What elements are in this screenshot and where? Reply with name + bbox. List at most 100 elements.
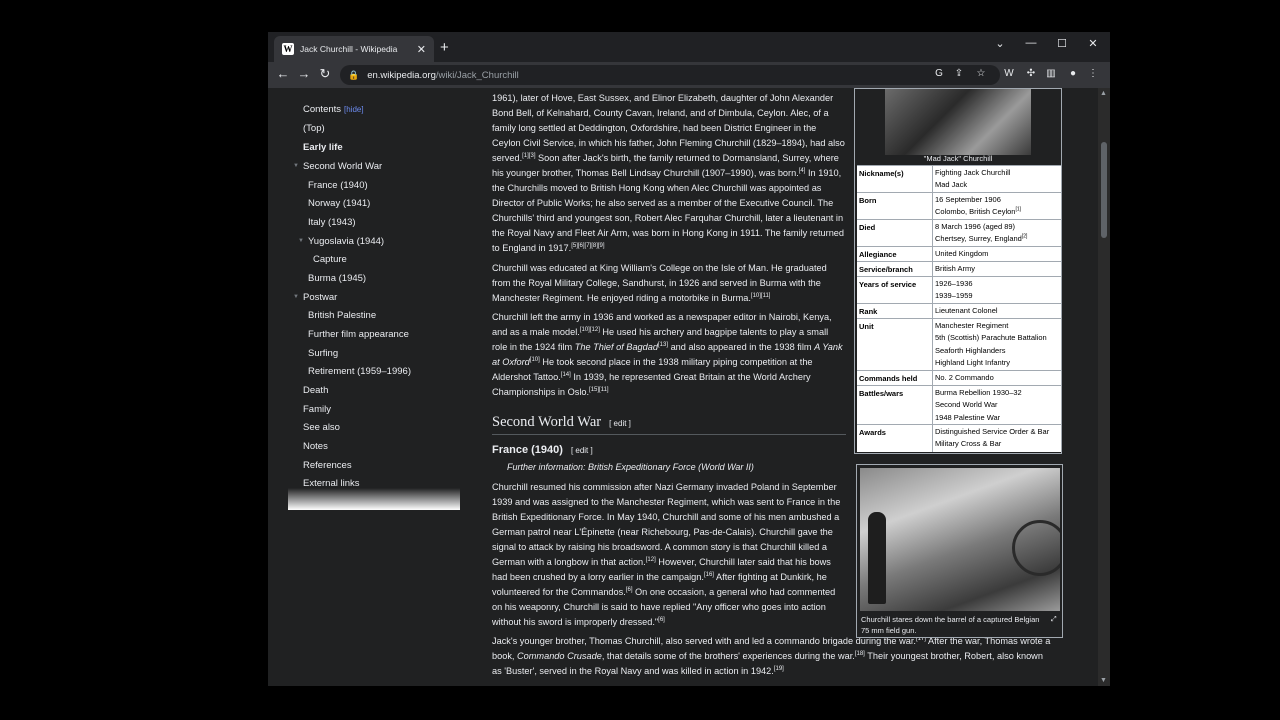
close-window-button[interactable]: ✕ (1083, 37, 1103, 50)
infobox-row-years: Years of service 1926–1936 1939–1959 (857, 276, 1061, 303)
film-link[interactable]: The Thief of Bagdad (575, 342, 658, 352)
scroll-up-arrow-icon[interactable]: ▲ (1100, 90, 1107, 97)
tab-search-icon[interactable]: ⌄ (990, 37, 1010, 50)
enlarge-icon[interactable]: ⤢ (1051, 614, 1057, 625)
page-viewport: Contents [hide] (Top) Early life ▼ Second… (268, 88, 1098, 686)
toc-hide-link[interactable]: [hide] (344, 105, 364, 114)
thumbnail-caption: Churchill stares down the barrel of a ca… (861, 615, 1057, 635)
toc-item-death[interactable]: Death (303, 385, 328, 396)
back-button[interactable]: ← (274, 66, 292, 81)
share-icon[interactable]: ⇪ (952, 68, 966, 79)
edit-section-link[interactable]: [ edit ] (609, 419, 631, 428)
close-tab-icon[interactable]: ✕ (417, 43, 426, 56)
url-text[interactable]: en.wikipedia.org/wiki/Jack_Churchill (367, 70, 519, 81)
lock-icon[interactable]: 🔒 (348, 70, 359, 81)
collapse-caret-icon[interactable]: ▼ (298, 238, 304, 244)
paragraph-france-2: Jack's younger brother, Thomas Churchill… (492, 635, 1051, 676)
hatnote[interactable]: Further information: British Expeditiona… (507, 462, 754, 472)
citation[interactable]: [1][3] (522, 153, 535, 159)
heading-france-1940: France (1940)[ edit ] (492, 444, 593, 456)
citation[interactable]: [13] (658, 342, 668, 348)
toc-item-top[interactable]: (Top) (303, 123, 325, 134)
paragraph-early-life-1: 1961), later of Hove, East Sussex, and E… (492, 93, 845, 253)
toc-item-retirement[interactable]: Retirement (1959–1996) (308, 366, 411, 377)
toc-item-burma[interactable]: Burma (1945) (308, 273, 366, 284)
scrollbar-thumb[interactable] (1101, 142, 1107, 238)
toc-item-capture[interactable]: Capture (313, 254, 347, 265)
gun-wheel (1012, 520, 1060, 576)
minimize-button[interactable]: — (1021, 37, 1041, 49)
paragraph-early-life-3: Churchill left the army in 1936 and work… (492, 312, 843, 397)
infobox-row-died: Died 8 March 1996 (aged 89) Chertsey, Sur… (857, 219, 1061, 246)
browser-window: W Jack Churchill - Wikipedia ✕ + ⌄ — ☐ ✕… (268, 32, 1110, 686)
citation[interactable]: [5][6][7][8][9] (571, 243, 604, 249)
toc-item-second-world-war[interactable]: Second World War (303, 161, 382, 172)
toc-item-see-also[interactable]: See also (303, 422, 340, 433)
infobox-row-awards: Awards Distinguished Service Order & Bar… (857, 424, 1061, 452)
infobox: "Mad Jack" Churchill Nickname(s) Fightin… (854, 88, 1062, 454)
infobox-portrait-image[interactable] (885, 89, 1031, 155)
maximize-button[interactable]: ☐ (1052, 37, 1072, 50)
infobox-row-rank: Rank Lieutenant Colonel (857, 303, 1061, 318)
forward-button[interactable]: → (295, 66, 313, 81)
toc-item-family[interactable]: Family (303, 404, 331, 415)
paragraph-early-life-2: Churchill was educated at King William's… (492, 263, 827, 303)
soldier-figure (868, 512, 886, 604)
address-bar[interactable]: 🔒 en.wikipedia.org/wiki/Jack_Churchill (340, 65, 1000, 85)
toc-item-yugoslavia[interactable]: Yugoslavia (1944) (308, 236, 384, 247)
infobox-row-service: Service/branch British Army (857, 261, 1061, 276)
toc-item-norway[interactable]: Norway (1941) (308, 198, 370, 209)
citation[interactable]: [19] (774, 666, 784, 672)
book-title: Commando Crusade (517, 651, 602, 661)
side-panel-icon[interactable]: ▥ (1044, 68, 1058, 79)
tab-title: Jack Churchill - Wikipedia (300, 44, 398, 54)
edit-section-link[interactable]: [ edit ] (571, 446, 593, 455)
profile-icon[interactable]: ● (1066, 68, 1080, 79)
infobox-row-unit: Unit Manchester Regiment 5th (Scottish) P… (857, 318, 1061, 370)
toc-item-italy[interactable]: Italy (1943) (308, 217, 356, 228)
new-tab-button[interactable]: + (440, 39, 449, 56)
toc-item-british-palestine[interactable]: British Palestine (308, 310, 376, 321)
citation[interactable]: [10][11] (751, 293, 771, 299)
infobox-caption: "Mad Jack" Churchill (923, 154, 993, 163)
collapse-caret-icon[interactable]: ▼ (293, 163, 299, 169)
toc-item-further-film[interactable]: Further film appearance (308, 329, 409, 340)
paragraph-france-1: Churchill resumed his commission after N… (492, 482, 841, 627)
citation[interactable]: [18] (855, 651, 865, 657)
bookmark-star-icon[interactable]: ☆ (974, 68, 988, 79)
thumbnail-figure: Churchill stares down the barrel of a ca… (856, 464, 1063, 638)
scroll-down-arrow-icon[interactable]: ▼ (1100, 677, 1107, 684)
wikipedia-extension-icon[interactable]: W (1002, 68, 1016, 79)
infobox-row-allegiance: Allegiance United Kingdom (857, 246, 1061, 261)
infobox-row-born: Born 16 September 1906 Colombo, British C… (857, 192, 1061, 219)
collapse-caret-icon[interactable]: ▼ (293, 294, 299, 300)
menu-kebab-icon[interactable]: ⋮ (1086, 68, 1100, 79)
infobox-row-battles: Battles/wars Burma Rebellion 1930–32 Seco… (857, 385, 1061, 424)
toc-fade (288, 488, 460, 510)
toc-item-early-life[interactable]: Early life (303, 142, 343, 153)
toc-item-surfing[interactable]: Surfing (308, 348, 338, 359)
toc-item-france[interactable]: France (1940) (308, 180, 368, 191)
toc-title: Contents [hide] (303, 104, 364, 115)
heading-second-world-war: Second World War[ edit ] (492, 414, 846, 435)
citation[interactable]: [12] (646, 557, 656, 563)
citation[interactable]: [10][12] (580, 327, 600, 333)
infobox-row-nickname: Nickname(s) Fighting Jack Churchill Mad J… (857, 165, 1061, 192)
vertical-scrollbar[interactable]: ▲ ▼ (1098, 88, 1110, 686)
tab-strip: W Jack Churchill - Wikipedia ✕ + ⌄ — ☐ ✕ (268, 32, 1110, 62)
extensions-puzzle-icon[interactable]: ✣ (1024, 68, 1038, 79)
citation[interactable]: [16] (704, 572, 714, 578)
google-icon[interactable]: G (932, 68, 946, 79)
toc-item-notes[interactable]: Notes (303, 441, 328, 452)
toc-item-postwar[interactable]: Postwar (303, 292, 337, 303)
reload-button[interactable]: ↻ (316, 66, 334, 82)
citation[interactable]: [6] (658, 617, 665, 623)
tab-active[interactable]: W Jack Churchill - Wikipedia ✕ (274, 36, 434, 62)
toc-item-references[interactable]: References (303, 460, 352, 471)
infobox-row-commands: Commands held No. 2 Commando (857, 370, 1061, 385)
citation[interactable]: [10] (530, 357, 540, 363)
wikipedia-favicon-icon: W (282, 43, 294, 55)
field-gun-photo[interactable] (860, 468, 1060, 611)
citation[interactable]: [15][11] (589, 387, 609, 393)
citation[interactable]: [14] (561, 372, 571, 378)
